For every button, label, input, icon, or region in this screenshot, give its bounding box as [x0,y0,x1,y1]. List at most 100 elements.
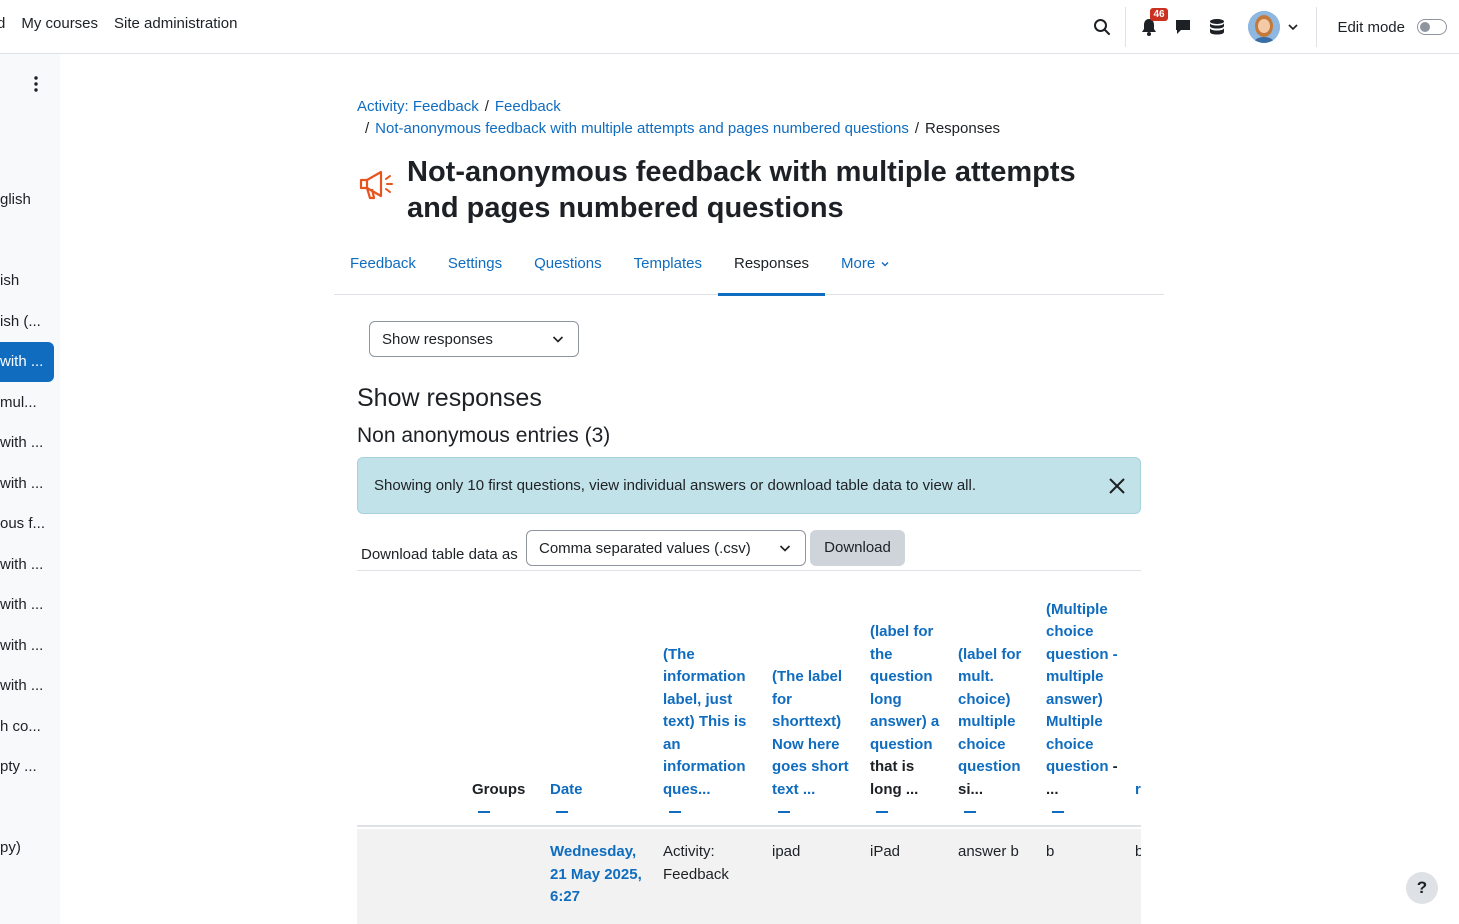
drawer-item[interactable]: h co... [0,707,54,747]
responses-table: Groups Date (The information label, just … [357,571,1141,924]
chat-bubble-icon [1176,20,1191,34]
chevron-down-icon [552,336,564,343]
drawer-item[interactable]: ish (... [0,302,54,342]
column-header-link[interactable]: Date [550,781,583,798]
tab-feedback[interactable]: Feedback [334,244,432,295]
drawer-item[interactable]: ish [0,261,54,301]
column-header-link[interactable]: r c s [1135,781,1141,798]
search-icon [1094,19,1111,35]
column-header-link[interactable]: (Multiple choice question - multiple ans… [1046,601,1118,776]
table-cell: b [1046,843,1055,860]
tab-questions[interactable]: Questions [518,244,618,295]
chevron-down-icon [881,262,889,267]
notification-count-badge: 46 [1150,8,1168,21]
close-icon[interactable] [1108,477,1126,495]
nav-item-my-courses[interactable]: My courses [21,0,98,54]
breadcrumb-item-activity-name[interactable]: Not-anonymous feedback with multiple att… [375,120,909,137]
collapse-column-icon[interactable] [556,811,568,813]
help-button[interactable]: ? [1406,872,1438,904]
collapse-column-icon[interactable] [964,811,976,813]
drawer-item[interactable]: ous f... [0,504,54,544]
nav-separator [1125,7,1127,47]
table-column-header[interactable]: (Multiple choice question - multiple ans… [1046,599,1124,826]
download-format-value: Comma separated values (.csv) [539,539,751,557]
megaphone-icon [359,170,393,200]
nav-item-site-administration[interactable]: Site administration [114,0,237,54]
nav-right-tools: 46 Edit mode [1085,0,1459,54]
table-cell: answer b [958,843,1019,860]
collapse-column-icon[interactable] [669,811,681,813]
drawer-item[interactable]: with ... [0,464,54,504]
table-row: Wednesday, 21 May 2025, 6:27 Activity: F… [357,829,1141,924]
tab-templates[interactable]: Templates [618,244,718,295]
tab-more[interactable]: More [825,244,905,295]
chevron-down-icon [779,545,791,552]
drawer-item[interactable]: pty ... [0,747,54,787]
table-column-header[interactable]: (The information label, just text) This … [663,644,755,826]
download-label: Download table data as [361,546,518,563]
drawer-item[interactable]: glish [0,180,54,220]
top-navbar: d My courses Site administration 46 Edit… [0,0,1459,54]
tab-settings[interactable]: Settings [432,244,518,295]
table-cell: b [1135,843,1141,860]
messages-button[interactable] [1166,0,1200,54]
primary-nav: d My courses Site administration [0,0,253,54]
section-heading: Show responses [357,384,542,412]
collapse-column-icon[interactable] [1052,811,1064,813]
user-avatar-image-icon [1248,11,1281,43]
entries-subheading: Non anonymous entries (3) [357,424,611,447]
column-header-link[interactable]: (label for mult. choice) multiple choice… [958,646,1021,776]
table-cell: iPad [870,843,901,860]
response-date-link[interactable]: Wednesday, 21 May 2025, 6:27 [550,841,650,909]
responses-view-select-value: Show responses [382,330,493,348]
breadcrumb-item-feedback[interactable]: Feedback [495,98,561,115]
column-header-text: that is long ... [870,758,919,798]
column-header-text: Groups [472,780,526,798]
course-index-drawer: glish ish ish (... with ... mul... with ... w… [0,54,60,924]
nav-item-dashboard[interactable]: d [0,0,5,54]
table-column-header[interactable]: Groups [472,779,542,826]
page-header: Not-anonymous feedback with multiple att… [357,154,1157,226]
collapse-column-icon[interactable] [478,811,490,813]
download-button[interactable]: Download [810,530,905,566]
chevron-down-icon[interactable] [1288,22,1299,32]
database-icon [1210,19,1225,35]
search-button[interactable] [1085,0,1119,54]
nav-separator [1316,7,1318,47]
drawer-item[interactable]: mul... [0,383,54,423]
breadcrumb-current: Responses [925,120,1001,137]
collapse-column-icon[interactable] [876,811,888,813]
drawer-item[interactable]: with ... [0,342,54,382]
kebab-menu-icon[interactable] [33,76,39,92]
drawer-item[interactable]: with ... [0,626,54,666]
info-alert-text: Showing only 10 first questions, view in… [374,477,976,494]
table-column-header[interactable]: (label for the question long answer) a q… [870,621,944,825]
table-column-header[interactable]: Date [550,779,640,826]
drawer-item[interactable]: with ... [0,666,54,706]
collapse-column-icon[interactable] [778,811,790,813]
drawer-item[interactable]: py) [0,828,54,868]
drawer-item[interactable]: with ... [0,545,54,585]
table-cell: Activity: Feedback [663,843,729,883]
database-button[interactable] [1200,0,1234,54]
notifications-button[interactable]: 46 [1132,0,1168,54]
table-column-header[interactable]: r c s . [1135,779,1141,826]
table-column-header[interactable]: (label for mult. choice) multiple choice… [958,644,1036,826]
download-format-select[interactable]: Comma separated values (.csv) [526,530,806,566]
tab-responses[interactable]: Responses [718,244,826,296]
responses-view-select[interactable]: Show responses [369,321,579,357]
column-header-link[interactable]: (The information label, just text) This … [663,646,746,798]
breadcrumb-item-activity[interactable]: Activity: Feedback [357,98,479,115]
column-header-link[interactable]: (label for the question long answer) a q… [870,623,939,753]
secondary-navigation-tabs: Feedback Settings Questions Templates Re… [334,244,1164,296]
edit-mode-toggle[interactable] [1417,19,1447,35]
drawer-item[interactable]: with ... [0,423,54,463]
user-avatar[interactable] [1248,11,1281,43]
info-alert: Showing only 10 first questions, view in… [357,457,1141,514]
main-region: Activity: Feedback / Feedback / Not-anonymo… [60,54,1459,924]
table-column-header[interactable]: (The label for shorttext) Now here goes … [772,666,858,825]
column-header-link[interactable]: (The label for shorttext) Now here goes … [772,668,849,798]
drawer-item[interactable]: with ... [0,585,54,625]
breadcrumb: Activity: Feedback / Feedback / Not-anonymo… [357,98,1001,137]
table-cell: ipad [772,843,801,860]
